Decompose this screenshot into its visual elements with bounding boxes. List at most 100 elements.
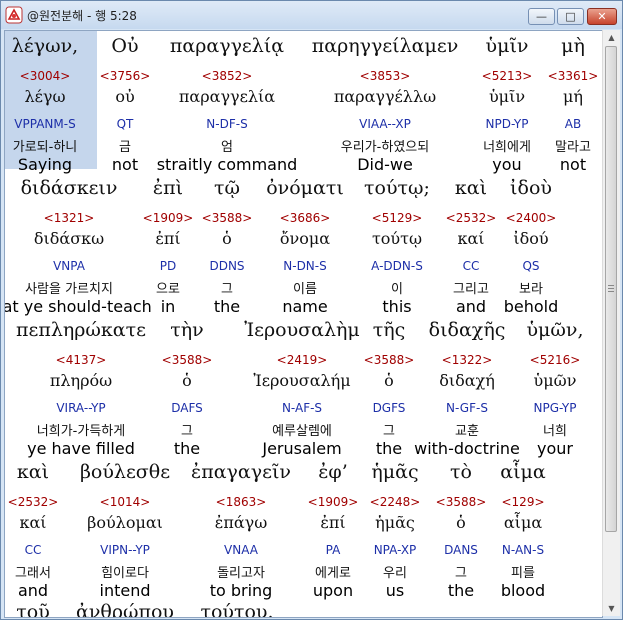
strong-number[interactable]: <1322> bbox=[442, 353, 493, 367]
strong-number[interactable]: <5129> bbox=[372, 211, 423, 225]
korean-gloss: 우리 bbox=[383, 566, 407, 581]
greek-word[interactable]: παρηγγείλαμεν bbox=[312, 35, 459, 57]
greek-word[interactable]: Ἰερουσαλὴμ bbox=[244, 319, 359, 341]
greek-word[interactable]: ὀνόματι bbox=[266, 177, 344, 199]
parsing-code: AB bbox=[564, 117, 582, 131]
strong-number[interactable]: <3588> bbox=[364, 353, 415, 367]
strong-number[interactable]: <129> bbox=[501, 495, 544, 509]
korean-gloss: 보라 bbox=[519, 282, 543, 297]
greek-word[interactable]: τῆς bbox=[373, 319, 406, 341]
scroll-thumb[interactable] bbox=[605, 46, 617, 532]
strong-number[interactable]: <3852> bbox=[202, 69, 253, 83]
maximize-icon: □ bbox=[565, 10, 576, 23]
strong-number[interactable]: <5216> bbox=[530, 353, 581, 367]
strong-number[interactable]: <3756> bbox=[100, 69, 151, 83]
greek-word[interactable]: Οὐ bbox=[111, 35, 138, 57]
english-gloss: in bbox=[160, 297, 176, 316]
lemma: παραγγέλλω bbox=[333, 87, 437, 106]
lemma: ἐπάγω bbox=[214, 513, 268, 532]
greek-word[interactable]: ὑμῶν, bbox=[527, 319, 584, 341]
greek-word[interactable]: βούλεσθε bbox=[80, 461, 170, 483]
strong-number[interactable]: <2248> bbox=[370, 495, 421, 509]
parsing-code: VIPN--YP bbox=[100, 543, 150, 557]
analysis-content[interactable]: λέγων, <3004> λέγω VPPANM-S 가로되-하니 Saying Οὐ <3… bbox=[4, 30, 603, 618]
lemma: ἡμᾶς bbox=[375, 513, 415, 532]
minimize-button[interactable]: — bbox=[528, 8, 555, 25]
lemma: τούτῳ bbox=[371, 229, 423, 248]
greek-word[interactable]: μὴ bbox=[561, 35, 585, 57]
korean-gloss: 너희가-가득하게 bbox=[36, 424, 126, 439]
strong-number[interactable]: <3588> bbox=[162, 353, 213, 367]
close-button[interactable]: ✕ bbox=[587, 8, 617, 25]
strong-number[interactable]: <3588> bbox=[436, 495, 487, 509]
greek-word[interactable]: καὶ bbox=[455, 177, 487, 199]
english-gloss: behold bbox=[503, 297, 559, 316]
greek-word[interactable]: πεπληρώκατε bbox=[16, 319, 146, 341]
english-gloss: the bbox=[173, 439, 201, 458]
greek-word[interactable]: τῷ bbox=[214, 177, 240, 199]
lemma: παραγγελία bbox=[178, 87, 276, 106]
greek-word[interactable]: ἰδοὺ bbox=[510, 177, 552, 199]
greek-word[interactable]: καὶ bbox=[17, 461, 49, 483]
english-gloss: with-doctrine bbox=[414, 439, 520, 458]
title-bar[interactable]: @원전분해 - 행 5:28 — □ ✕ bbox=[1, 1, 622, 29]
greek-word[interactable]: αἷμα bbox=[500, 461, 545, 483]
greek-word[interactable]: τοῦ bbox=[16, 601, 50, 617]
greek-word[interactable]: παραγγελίᾳ bbox=[170, 35, 284, 57]
parsing-code: VIRA--YP bbox=[56, 401, 106, 415]
parsing-code: DDNS bbox=[209, 259, 245, 273]
greek-word[interactable]: ἡμᾶς bbox=[371, 461, 418, 483]
strong-number[interactable]: <2419> bbox=[277, 353, 328, 367]
korean-gloss: 그 bbox=[181, 424, 193, 439]
strong-number[interactable]: <1321> bbox=[44, 211, 95, 225]
strong-number[interactable]: <1014> bbox=[100, 495, 151, 509]
english-gloss: and bbox=[17, 581, 49, 600]
korean-gloss: 으로 bbox=[156, 282, 180, 297]
lemma: ὁ bbox=[384, 371, 394, 390]
korean-gloss: 이 bbox=[391, 282, 403, 297]
greek-word[interactable]: ὑμῖν bbox=[486, 35, 529, 57]
korean-gloss: 금 bbox=[119, 140, 131, 155]
strong-number[interactable]: <5213> bbox=[482, 69, 533, 83]
strong-number[interactable]: <3853> bbox=[360, 69, 411, 83]
strong-number[interactable]: <3361> bbox=[548, 69, 599, 83]
strong-number[interactable]: <4137> bbox=[56, 353, 107, 367]
strong-number[interactable]: <2532> bbox=[446, 211, 497, 225]
english-gloss: the bbox=[213, 297, 241, 316]
strong-number[interactable]: <1863> bbox=[216, 495, 267, 509]
strong-number[interactable]: <3686> bbox=[280, 211, 331, 225]
greek-word[interactable]: ἐφ’ bbox=[318, 461, 348, 483]
greek-word[interactable]: τὸ bbox=[450, 461, 472, 483]
strong-number[interactable]: <3004> bbox=[20, 69, 71, 83]
strong-number[interactable]: <1909> bbox=[308, 495, 359, 509]
greek-word[interactable]: διδάσκειν bbox=[21, 177, 118, 199]
korean-gloss: 가로되-하니 bbox=[12, 140, 78, 155]
parsing-code: NPA-XP bbox=[373, 543, 417, 557]
korean-gloss: 그래서 bbox=[15, 566, 51, 581]
greek-word[interactable]: τούτῳ; bbox=[364, 177, 430, 199]
strong-number[interactable]: <2400> bbox=[506, 211, 557, 225]
scroll-down-icon[interactable]: ▼ bbox=[604, 601, 619, 616]
greek-word[interactable]: τούτου. bbox=[200, 601, 273, 617]
english-gloss: not bbox=[559, 155, 587, 174]
greek-word[interactable]: ἐπὶ bbox=[153, 177, 183, 199]
greek-word[interactable]: λέγων, bbox=[12, 35, 78, 57]
lemma: ὁ bbox=[222, 229, 232, 248]
maximize-button[interactable]: □ bbox=[557, 8, 584, 25]
strong-number[interactable]: <3588> bbox=[202, 211, 253, 225]
parsing-code: N-AF-S bbox=[281, 401, 323, 415]
close-icon: ✕ bbox=[597, 10, 607, 23]
lemma: ὁ bbox=[182, 371, 192, 390]
greek-word[interactable]: διδαχῆς bbox=[429, 319, 506, 341]
vertical-scrollbar[interactable]: ▲ ▼ bbox=[602, 30, 620, 616]
english-gloss: your bbox=[537, 439, 573, 458]
scroll-up-icon[interactable]: ▲ bbox=[604, 30, 619, 45]
parsing-code: VIAA--XP bbox=[359, 117, 411, 131]
strong-number[interactable]: <1909> bbox=[143, 211, 194, 225]
greek-word[interactable]: ἐπαγαγεῖν bbox=[191, 461, 291, 483]
greek-word[interactable]: τὴν bbox=[170, 319, 203, 341]
parsing-code: DGFS bbox=[372, 401, 406, 415]
strong-number[interactable]: <2532> bbox=[8, 495, 59, 509]
greek-word[interactable]: ἀνθρώπου bbox=[76, 601, 174, 617]
english-gloss: you bbox=[492, 155, 522, 174]
